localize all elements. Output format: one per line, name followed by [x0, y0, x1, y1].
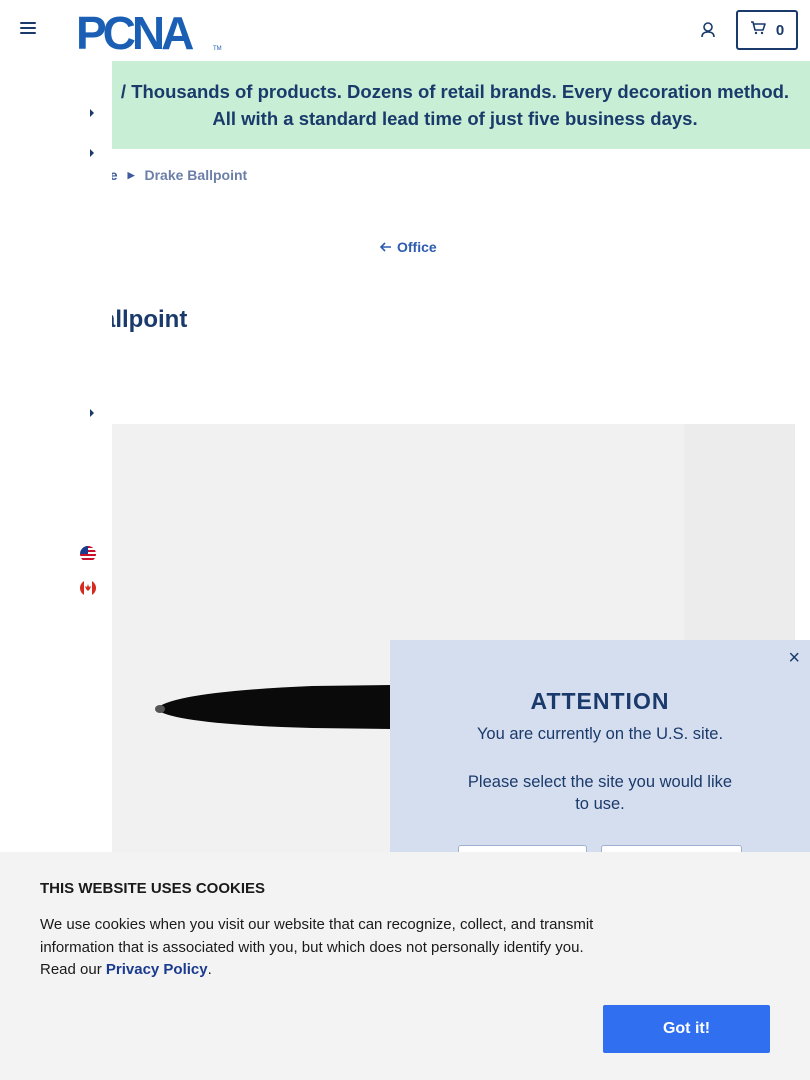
hamburger-icon[interactable] — [20, 22, 36, 38]
caret-right-icon[interactable] — [88, 146, 96, 158]
user-icon[interactable] — [698, 20, 718, 40]
cookie-text: We use cookies when you visit our websit… — [40, 914, 610, 982]
promo-text: / Thousands of products. Dozens of retai… — [120, 81, 790, 129]
svg-text:PCNA: PCNA — [76, 8, 193, 52]
modal-title: ATTENTION — [530, 688, 670, 714]
caret-right-icon: ▶ — [127, 169, 135, 180]
nav-drawer — [0, 61, 112, 852]
privacy-policy-link[interactable]: Privacy Policy — [106, 961, 208, 978]
promo-banner: / Thousands of products. Dozens of retai… — [80, 61, 810, 149]
arrow-left-icon — [379, 239, 392, 255]
accept-cookies-button[interactable]: Got it! — [603, 1005, 770, 1053]
cart-count: 0 — [775, 21, 785, 39]
site-header: PCNA TM 0 — [0, 0, 810, 61]
cart-button[interactable]: 0 — [736, 10, 798, 50]
breadcrumb-current: Drake Ballpoint — [144, 167, 248, 183]
breadcrumb: ce ▶ Drake Ballpoint — [102, 167, 247, 183]
cart-icon — [750, 20, 766, 40]
back-link-label: Office — [397, 239, 437, 255]
close-icon[interactable]: × — [788, 648, 800, 668]
canada-flag-icon[interactable] — [80, 580, 96, 596]
modal-prompt: Please select the site you would like to… — [467, 773, 733, 813]
product-title: allpoint — [102, 306, 188, 333]
caret-right-icon[interactable] — [88, 406, 96, 418]
us-flag-icon[interactable] — [80, 546, 96, 562]
modal-message: You are currently on the U.S. site. — [476, 725, 724, 743]
back-link[interactable]: Office — [379, 239, 437, 255]
cookie-period: . — [207, 961, 212, 978]
svg-text:TM: TM — [213, 46, 222, 52]
cookie-title: THIS WEBSITE USES COOKIES — [40, 880, 266, 897]
pcna-logo[interactable]: PCNA TM — [76, 7, 226, 59]
caret-right-icon[interactable] — [88, 106, 96, 118]
cookie-banner: THIS WEBSITE USES COOKIES We use cookies… — [0, 852, 810, 1080]
